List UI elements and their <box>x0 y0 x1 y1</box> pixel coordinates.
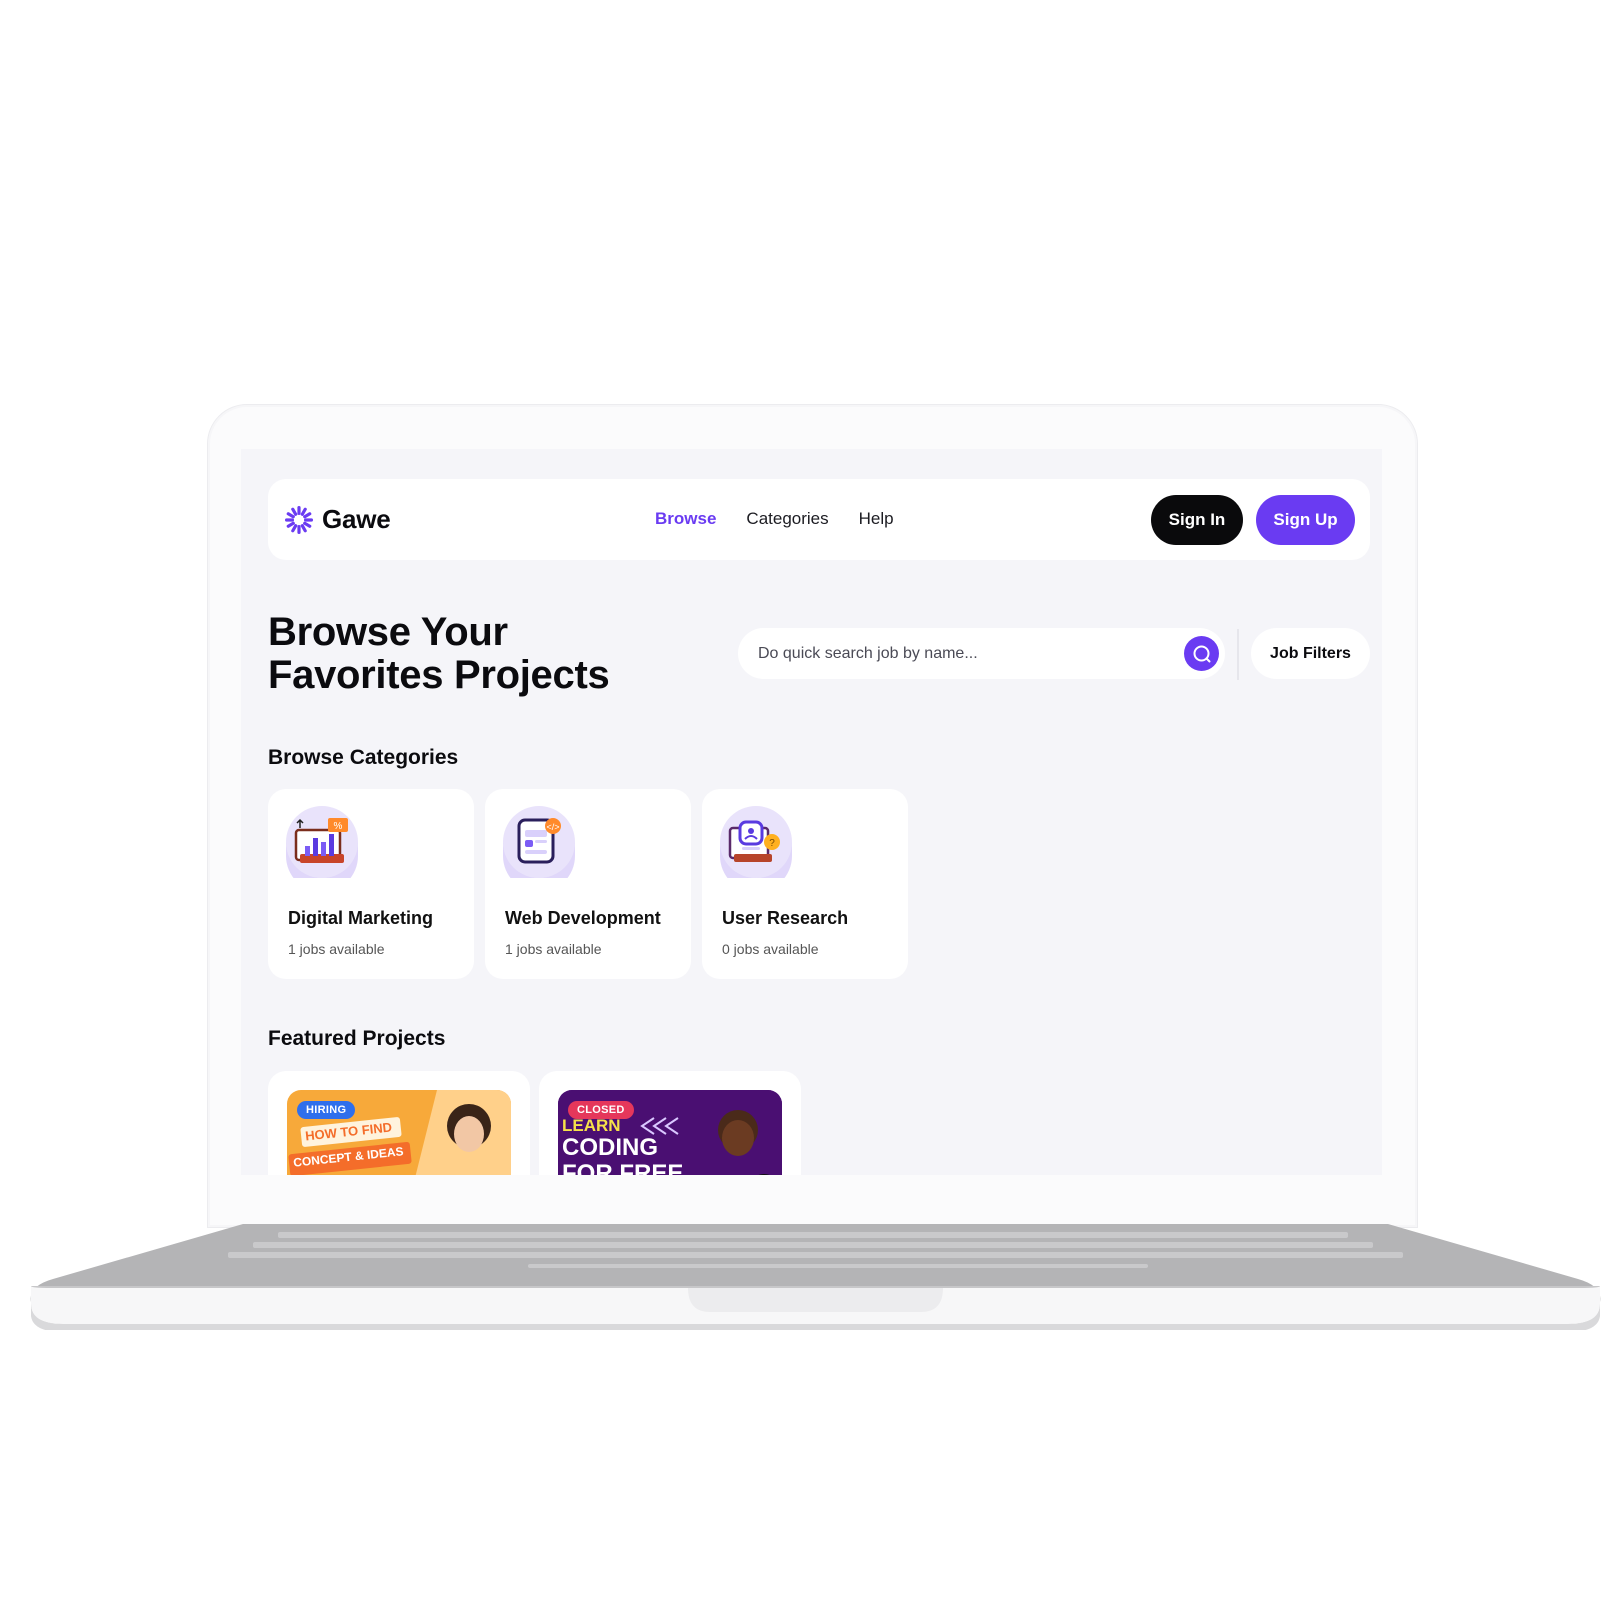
web-dev-phone-icon: </> <box>503 806 575 878</box>
project-thumbnail: LEARN CODING FOR FREE CLOSED <box>558 1090 782 1175</box>
svg-text:%: % <box>334 821 343 832</box>
project-thumb-line1: LEARN <box>562 1116 621 1135</box>
page-title: Browse Your Favorites Projects <box>268 611 688 697</box>
category-count: 1 jobs available <box>288 941 385 957</box>
category-name: Web Development <box>505 908 661 928</box>
category-count: 1 jobs available <box>505 941 602 957</box>
page-title-line1: Browse Your <box>268 610 508 654</box>
project-status-badge: HIRING <box>297 1101 356 1119</box>
marketing-chart-icon: % <box>286 806 358 878</box>
project-status-badge: CLOSED <box>568 1101 634 1119</box>
nav-links: Browse Categories Help <box>655 509 894 529</box>
project-card[interactable]: LEARN CODING FOR FREE CLOSED <box>539 1071 801 1175</box>
search-button[interactable] <box>1184 636 1219 671</box>
nav-link-help[interactable]: Help <box>859 509 894 529</box>
featured-heading: Featured Projects <box>268 1027 446 1050</box>
nav-link-categories[interactable]: Categories <box>746 509 828 529</box>
search-bar <box>738 628 1225 679</box>
category-name: User Research <box>722 908 849 928</box>
top-navbar: Gawe Browse Categories Help Sign In Sign… <box>268 479 1370 560</box>
categories-heading: Browse Categories <box>268 746 459 769</box>
sign-in-button[interactable]: Sign In <box>1151 495 1243 545</box>
category-count: 0 jobs available <box>722 941 819 957</box>
project-thumb-line3: FOR FREE <box>562 1160 684 1175</box>
category-name: Digital Marketing <box>288 908 434 928</box>
project-thumbnail: HOW TO FIND CONCEPT & IDEAS HIRING <box>287 1090 511 1175</box>
laptop-base <box>30 1224 1601 1330</box>
search-divider <box>1237 629 1239 680</box>
search-input[interactable] <box>738 628 1158 679</box>
category-card-digital-marketing[interactable]: % Digital Marketing 1 jobs available <box>268 789 474 979</box>
category-card-user-research[interactable]: ? User Research 0 jobs available <box>702 789 908 979</box>
flower-logo-icon <box>285 505 313 534</box>
svg-text:</>: </> <box>546 822 559 832</box>
user-research-icon: ? <box>720 806 792 878</box>
brand-name: Gawe <box>322 504 391 534</box>
app-screen: Gawe Browse Categories Help Sign In Sign… <box>241 449 1382 1175</box>
search-icon <box>1193 645 1210 662</box>
project-card[interactable]: HOW TO FIND CONCEPT & IDEAS HIRING <box>268 1071 530 1175</box>
svg-text:?: ? <box>769 838 775 849</box>
job-filters-button[interactable]: Job Filters <box>1251 628 1370 679</box>
category-card-web-development[interactable]: </> Web Development 1 jobs available <box>485 789 691 979</box>
project-thumb-line2: CODING <box>562 1134 658 1161</box>
nav-link-browse[interactable]: Browse <box>655 509 716 529</box>
brand-logo[interactable]: Gawe <box>284 504 391 535</box>
sign-up-button[interactable]: Sign Up <box>1256 495 1355 545</box>
page-title-line2: Favorites Projects <box>268 653 610 697</box>
